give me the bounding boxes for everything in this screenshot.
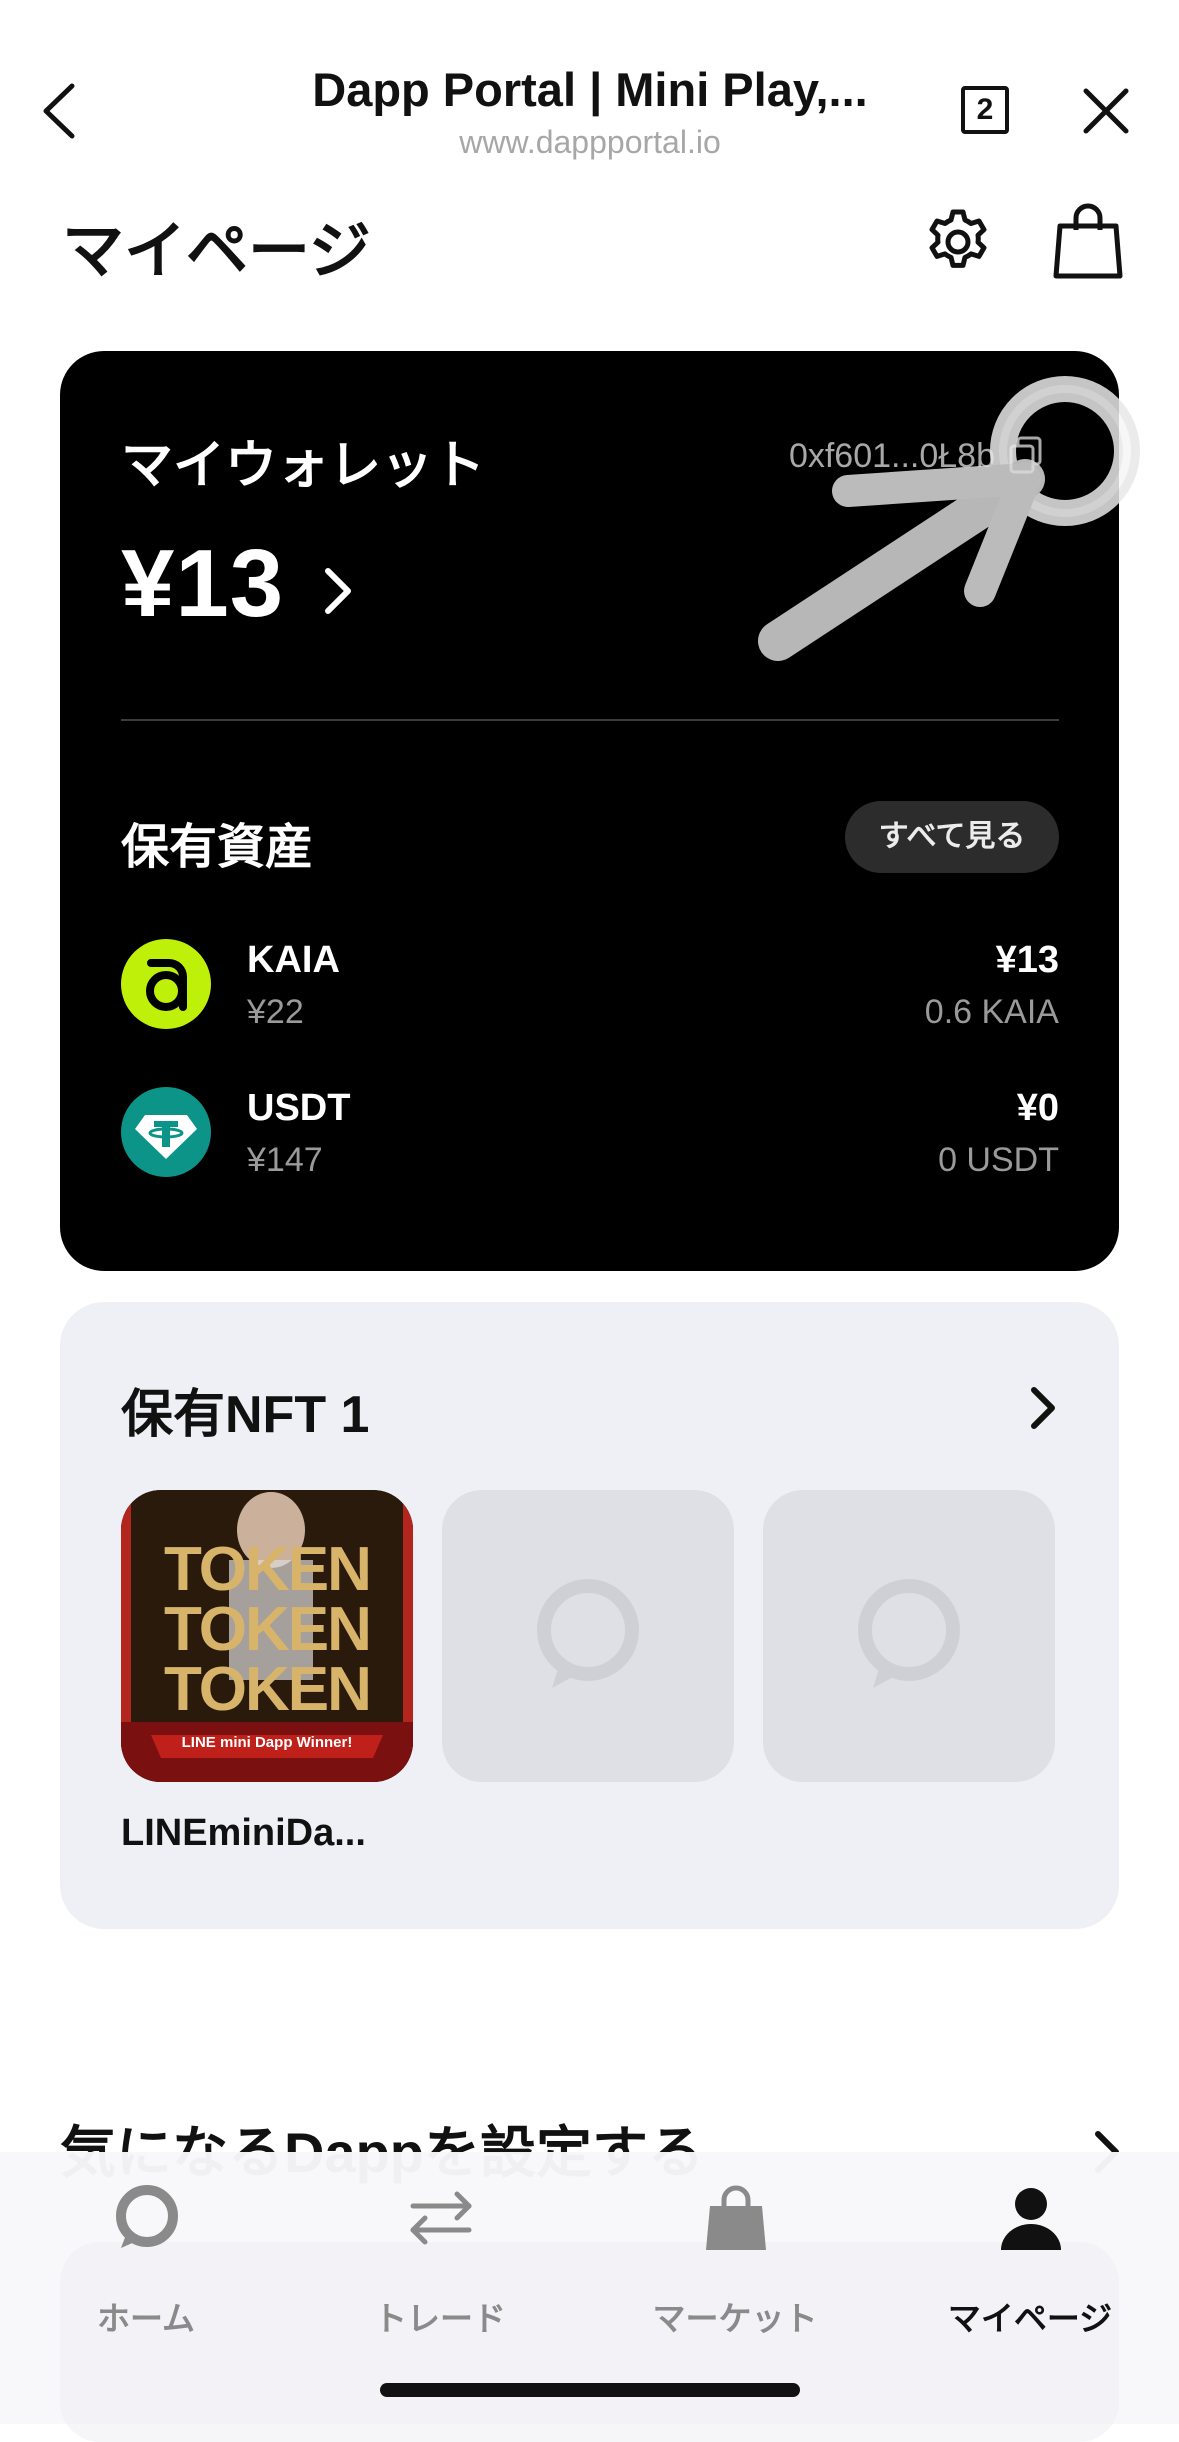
nav-mypage[interactable]: マイページ — [910, 2182, 1150, 2337]
wallet-balance[interactable]: ¥13 — [121, 529, 284, 639]
asset-name: USDT — [247, 1087, 351, 1129]
balance-value: ¥13 — [121, 530, 285, 637]
nft-image-text: TOKEN — [164, 1535, 372, 1604]
placeholder-logo-icon — [537, 1579, 639, 1688]
nav-home[interactable]: ホーム — [26, 2182, 266, 2337]
asset-price: ¥147 — [247, 1141, 323, 1179]
tab-count-button[interactable]: 2 — [961, 86, 1009, 134]
asset-amount: 0 USDT — [938, 1141, 1059, 1179]
nft-image-text: TOKEN — [164, 1655, 372, 1724]
nft-placeholder — [442, 1490, 734, 1782]
nft-banner: LINE mini Dapp Winner! — [181, 1734, 353, 1751]
shopping-bag-button[interactable] — [1052, 200, 1124, 280]
nav-label: ホーム — [96, 2300, 195, 2337]
nft-card: 保有NFT 1 TOKEN TOKEN TOKEN LINE mini Dapp… — [60, 1302, 1119, 1929]
kaia-icon — [121, 939, 211, 1029]
asset-value: ¥13 — [995, 939, 1059, 981]
chevron-right-icon[interactable] — [320, 563, 356, 619]
wallet-card: マイウォレット 0xf601...0Ł8b ¥13 保有資産 すべて見る KAI… — [60, 351, 1140, 1271]
market-icon — [706, 2185, 766, 2250]
divider — [121, 719, 1059, 721]
asset-row-usdt[interactable]: USDT ¥147 ¥0 0 USDT — [121, 1087, 1059, 1183]
nav-trade[interactable]: トレード — [320, 2182, 560, 2337]
asset-price: ¥22 — [247, 993, 304, 1031]
home-indicator — [380, 2383, 800, 2397]
asset-amount: 0.6 KAIA — [924, 993, 1059, 1031]
nav-label: マイページ — [947, 2300, 1113, 2337]
trade-icon — [410, 2191, 472, 2245]
tutorial-pointer-icon — [758, 376, 1140, 661]
nft-name: LINEminiDa... — [121, 1812, 366, 1854]
see-all-button[interactable]: すべて見る — [845, 801, 1059, 873]
assets-title: 保有資産 — [121, 821, 314, 874]
asset-value: ¥0 — [1016, 1087, 1059, 1129]
shopping-bag-icon — [1053, 203, 1123, 279]
nft-title: 保有NFT 1 — [121, 1386, 370, 1444]
settings-button[interactable] — [922, 206, 994, 278]
wallet-title: マイウォレット — [121, 437, 486, 495]
nav-label: マーケット — [652, 2300, 818, 2337]
home-icon — [116, 2185, 178, 2248]
browser-url: www.dappportal.io — [459, 124, 721, 160]
nft-placeholder — [763, 1490, 1055, 1782]
chevron-right-icon[interactable] — [1026, 1382, 1060, 1434]
asset-name: KAIA — [247, 939, 340, 981]
placeholder-logo-icon — [858, 1579, 960, 1688]
browser-title: Dapp Portal | Mini Play,... — [312, 63, 868, 116]
user-icon — [1001, 2188, 1061, 2250]
page-title: マイページ — [62, 217, 371, 286]
tether-icon — [121, 1087, 211, 1177]
nft-image-text: TOKEN — [164, 1595, 372, 1664]
gear-icon — [929, 209, 987, 268]
chevron-left-icon — [43, 83, 75, 139]
nft-thumbnail[interactable]: TOKEN TOKEN TOKEN LINE mini Dapp Winner! — [121, 1490, 413, 1782]
back-button[interactable] — [36, 78, 88, 144]
nav-label: トレード — [374, 2300, 506, 2337]
asset-row-kaia[interactable]: KAIA ¥22 ¥13 0.6 KAIA — [121, 939, 1059, 1035]
close-icon — [1083, 88, 1129, 134]
close-button[interactable] — [1080, 85, 1132, 137]
nav-market[interactable]: マーケット — [615, 2182, 855, 2337]
